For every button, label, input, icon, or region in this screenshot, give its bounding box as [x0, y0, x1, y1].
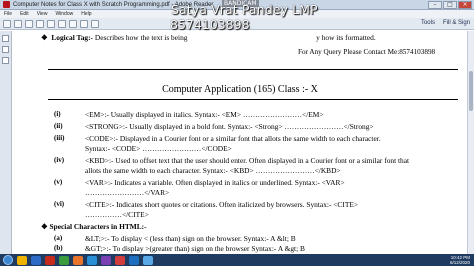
query-line: For Any Query Please Contact Me:85741038…	[298, 48, 436, 56]
menu-view[interactable]: View	[37, 11, 48, 17]
taskbar-app-icon[interactable]	[101, 255, 111, 265]
item-text: <KBD>:- Used to offset text that the use…	[85, 156, 410, 165]
item-text: <STRONG>:- Usually displayed in a bold f…	[85, 122, 374, 131]
taskbar-apps	[17, 255, 153, 265]
maximize-button[interactable]: □	[443, 1, 457, 9]
item-number: (iii)	[54, 134, 65, 142]
title-divider	[48, 99, 458, 100]
email-icon[interactable]	[36, 19, 44, 28]
print-icon[interactable]	[25, 19, 33, 28]
watermark-phone: 8574103898	[170, 17, 250, 32]
item-text: <CODE>:- Displayed in a Courier font or …	[85, 134, 381, 143]
bookmarks-icon[interactable]	[2, 46, 9, 53]
item-text: &GT;>:- To display >(greater than) sign …	[85, 244, 305, 253]
minimize-button[interactable]: –	[428, 1, 442, 9]
menu-help[interactable]: Help	[81, 11, 91, 17]
item-number: (iv)	[54, 156, 65, 164]
open-icon[interactable]	[3, 19, 11, 28]
taskbar-app-icon[interactable]	[73, 255, 83, 265]
item-text: ……………</CITE>	[85, 210, 149, 219]
taskbar-app-icon[interactable]	[31, 255, 41, 265]
item-number: (a)	[54, 234, 63, 242]
attachments-icon[interactable]	[2, 57, 9, 64]
navigation-pane	[0, 31, 12, 254]
logical-tag-label: Logical Tag:-	[51, 33, 94, 42]
menu-window[interactable]: Window	[55, 11, 73, 17]
window-controls: – □ ×	[428, 1, 472, 9]
document-page: ❖ Logical Tag:- Describes how the text i…	[13, 31, 467, 254]
item-text: Syntax:- <CODE> ……………………</CODE>	[85, 144, 232, 153]
top-divider	[48, 69, 458, 70]
system-tray-clock[interactable]: 10:42 PM 6/12/2020	[450, 255, 470, 265]
start-button-icon[interactable]	[3, 255, 13, 265]
menu-file[interactable]: File	[4, 11, 12, 17]
vertical-scrollbar[interactable]	[467, 31, 474, 254]
item-text: <CITE>:- Indicates short quotes or citat…	[85, 200, 359, 209]
taskbar-app-icon[interactable]	[115, 255, 125, 265]
special-characters-heading: ❖ Special Characters in HTML:-	[41, 222, 147, 231]
special-heading-text: Special Characters in HTML:-	[49, 222, 147, 231]
item-number: (v)	[54, 178, 63, 186]
adobe-reader-icon	[3, 1, 10, 8]
item-text: ……………………</VAR>	[85, 188, 170, 197]
logical-tag-text: Describes how the text is being	[94, 33, 190, 42]
taskbar-app-icon[interactable]	[143, 255, 153, 265]
taskbar-app-icon[interactable]	[45, 255, 55, 265]
previous-page-icon[interactable]	[47, 19, 55, 28]
section-title: Computer Application (165) Class :- X	[162, 84, 318, 95]
fill-sign-link[interactable]: Fill & Sign	[443, 20, 470, 26]
top-line: ❖ Logical Tag:- Describes how the text i…	[41, 33, 376, 42]
watermark-name: Satya Vrat Pandey LMP	[171, 2, 318, 17]
item-text: <VAR>:- Indicates a variable. Often disp…	[85, 178, 345, 187]
item-number: (i)	[54, 110, 61, 118]
item-text: allots the same width to each character.…	[85, 166, 341, 175]
menu-edit[interactable]: Edit	[20, 11, 29, 17]
page-thumbnails-icon[interactable]	[2, 35, 9, 42]
taskbar: 10:42 PM 6/12/2020	[0, 254, 474, 266]
clock-date: 6/12/2020	[449, 260, 470, 265]
item-number: (ii)	[54, 122, 63, 130]
close-button[interactable]: ×	[458, 1, 472, 9]
item-number: (vi)	[54, 200, 65, 208]
item-text: <EM>:- Usually displayed in italics. Syn…	[85, 110, 324, 119]
taskbar-app-icon[interactable]	[129, 255, 139, 265]
logical-tag-text-end: y how its formatted.	[316, 33, 376, 42]
toolbar-right-links: Tools Fill & Sign	[421, 20, 470, 26]
save-icon[interactable]	[14, 19, 22, 28]
next-page-icon[interactable]	[58, 19, 66, 28]
taskbar-app-icon[interactable]	[87, 255, 97, 265]
scrollbar-thumb[interactable]	[469, 71, 473, 111]
taskbar-app-icon[interactable]	[59, 255, 69, 265]
zoom-out-icon[interactable]	[69, 19, 77, 28]
item-number: (b)	[54, 244, 63, 252]
item-text: &LT;>:- To display < (less than) sign on…	[85, 234, 296, 243]
zoom-in-icon[interactable]	[80, 19, 88, 28]
taskbar-app-icon[interactable]	[17, 255, 27, 265]
fit-page-icon[interactable]	[91, 19, 99, 28]
tools-link[interactable]: Tools	[421, 20, 435, 26]
